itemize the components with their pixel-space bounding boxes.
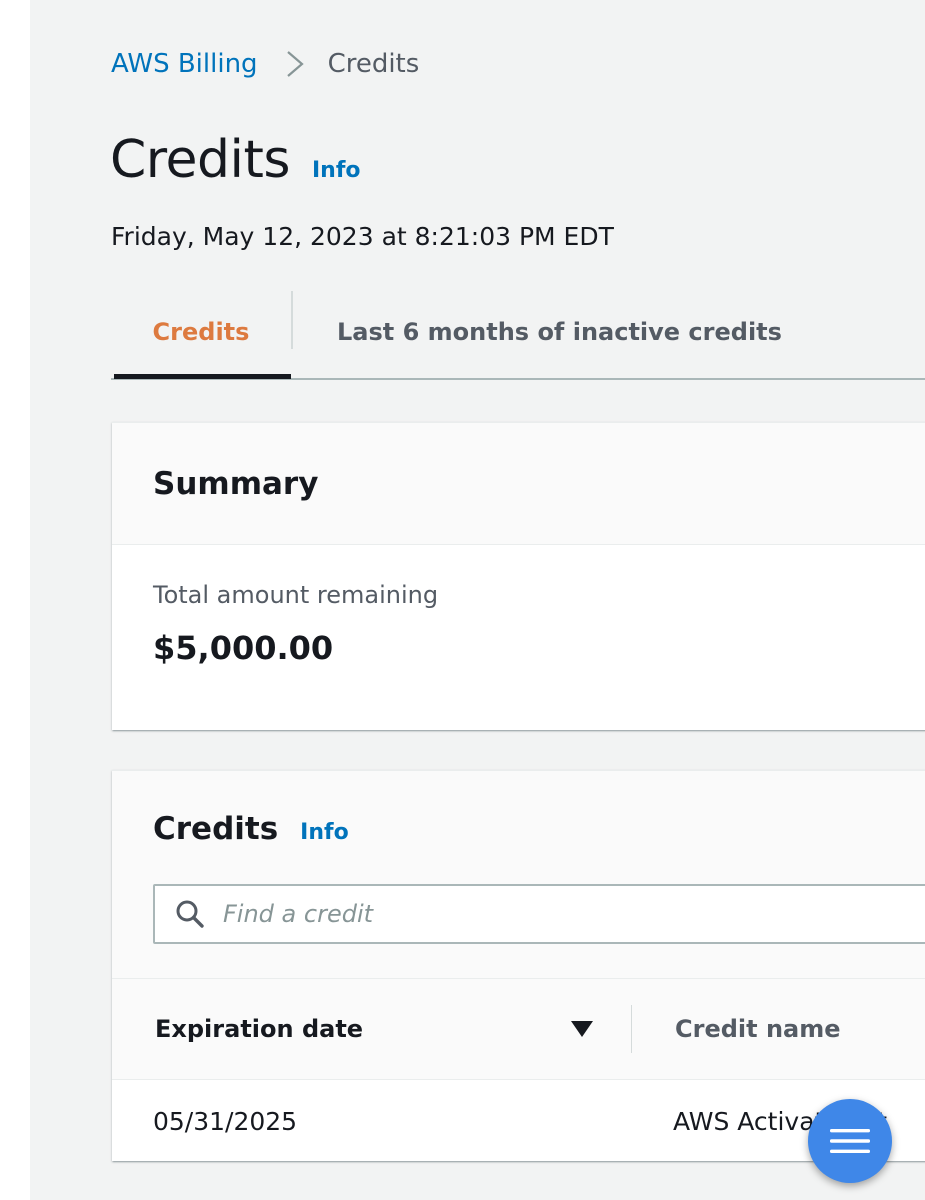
breadcrumb-current: Credits (327, 49, 420, 79)
credit-search-box[interactable] (153, 884, 925, 944)
table-row: 05/31/2025 AWS Activate Pet (112, 1080, 925, 1162)
total-remaining-label: Total amount remaining (153, 581, 439, 609)
credits-table-title: Credits (153, 811, 279, 847)
page-info-link[interactable]: Info (312, 158, 361, 183)
search-input[interactable] (221, 899, 785, 929)
summary-card: Summary Total amount remaining $5,000.00 (112, 422, 925, 730)
sort-down-icon[interactable] (570, 1019, 594, 1039)
credits-table-header: Credits Info (112, 771, 925, 979)
menu-button[interactable] (808, 1099, 892, 1183)
column-divider[interactable] (631, 1005, 632, 1053)
tab-divider (291, 291, 293, 349)
table-header-row: Expiration date Credit name (112, 979, 925, 1080)
summary-title: Summary (153, 465, 319, 502)
credits-info-link[interactable]: Info (300, 820, 349, 845)
column-header-credit-name[interactable]: Credit name (675, 979, 841, 1079)
page-header: Credits Info (110, 130, 361, 190)
menu-icon (830, 1129, 870, 1153)
column-header-expiration-date[interactable]: Expiration date (155, 979, 595, 1079)
page-timestamp: Friday, May 12, 2023 at 8:21:03 PM EDT (111, 222, 614, 251)
tab-bar: Credits Last 6 months of inactive credit… (111, 285, 925, 380)
search-icon (176, 900, 204, 928)
page-title: Credits (110, 130, 290, 190)
total-remaining-value: $5,000.00 (153, 629, 334, 667)
credits-title-row: Credits Info (153, 811, 349, 847)
breadcrumb: AWS Billing Credits (111, 46, 419, 82)
active-tab-indicator (114, 374, 291, 379)
breadcrumb-aws-billing-link[interactable]: AWS Billing (111, 49, 258, 79)
credits-table-card: Credits Info Expiration date Credit name… (112, 770, 925, 1161)
tab-inactive-credits[interactable]: Last 6 months of inactive credits (337, 285, 782, 378)
chevron-right-icon (286, 51, 304, 77)
main-content: AWS Billing Credits Credits Info Friday,… (30, 0, 925, 1200)
summary-body: Total amount remaining $5,000.00 (112, 545, 925, 667)
left-margin (0, 0, 30, 1200)
tab-credits[interactable]: Credits (111, 285, 291, 378)
summary-header: Summary (112, 423, 925, 545)
cell-expiration-date: 05/31/2025 (153, 1106, 298, 1136)
